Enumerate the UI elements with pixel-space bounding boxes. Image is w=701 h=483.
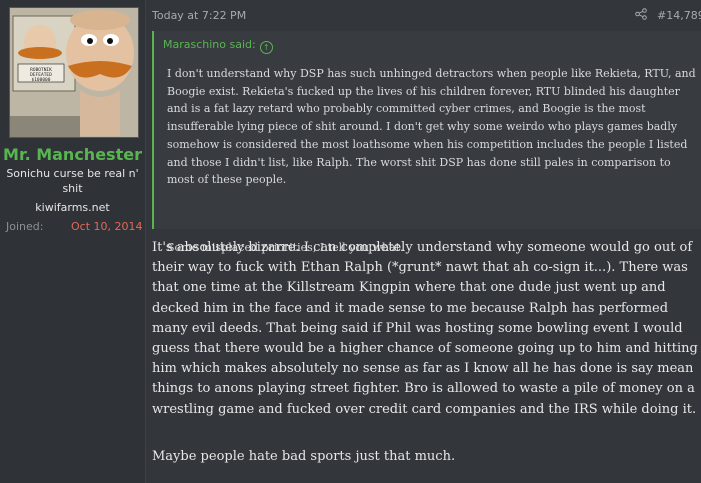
arrow-up-circle-icon[interactable]: ↑ bbox=[259, 41, 273, 54]
quote-header[interactable]: Maraschino said: ↑ bbox=[163, 38, 273, 54]
user-banner: kiwifarms.net bbox=[35, 201, 110, 214]
user-sidebar: ROBOTNIK DEFEATED $100000 Mr. Manchester… bbox=[0, 0, 146, 483]
quote-block: Maraschino said: ↑ I don't understand why… bbox=[152, 31, 701, 254]
username[interactable]: Mr. Manchester bbox=[0, 145, 145, 164]
post-number[interactable]: #14,789 bbox=[657, 9, 701, 22]
user-title: Sonichu curse be real n' shit bbox=[6, 167, 139, 195]
quote-author[interactable]: Maraschino said: bbox=[163, 38, 256, 51]
joined-label: Joined: bbox=[6, 220, 44, 233]
post-content: Today at 7:22 PM #14,789 Maraschino said… bbox=[146, 0, 701, 483]
post-timestamp[interactable]: Today at 7:22 PM bbox=[152, 9, 246, 22]
quote-body: I don't understand why DSP has such unhi… bbox=[167, 67, 696, 187]
svg-text:$100000: $100000 bbox=[32, 77, 51, 83]
post-body: It's absolutely bizarre. I can completel… bbox=[152, 240, 698, 417]
share-icon[interactable] bbox=[635, 8, 647, 20]
avatar-image: ROBOTNIK DEFEATED $100000 bbox=[10, 8, 138, 137]
joined-date: Oct 10, 2014 bbox=[71, 220, 143, 233]
avatar[interactable]: ROBOTNIK DEFEATED $100000 bbox=[9, 7, 139, 138]
forum-post: ROBOTNIK DEFEATED $100000 Mr. Manchester… bbox=[0, 0, 701, 483]
post-closing: Maybe people hate bad sports just that m… bbox=[152, 449, 456, 464]
